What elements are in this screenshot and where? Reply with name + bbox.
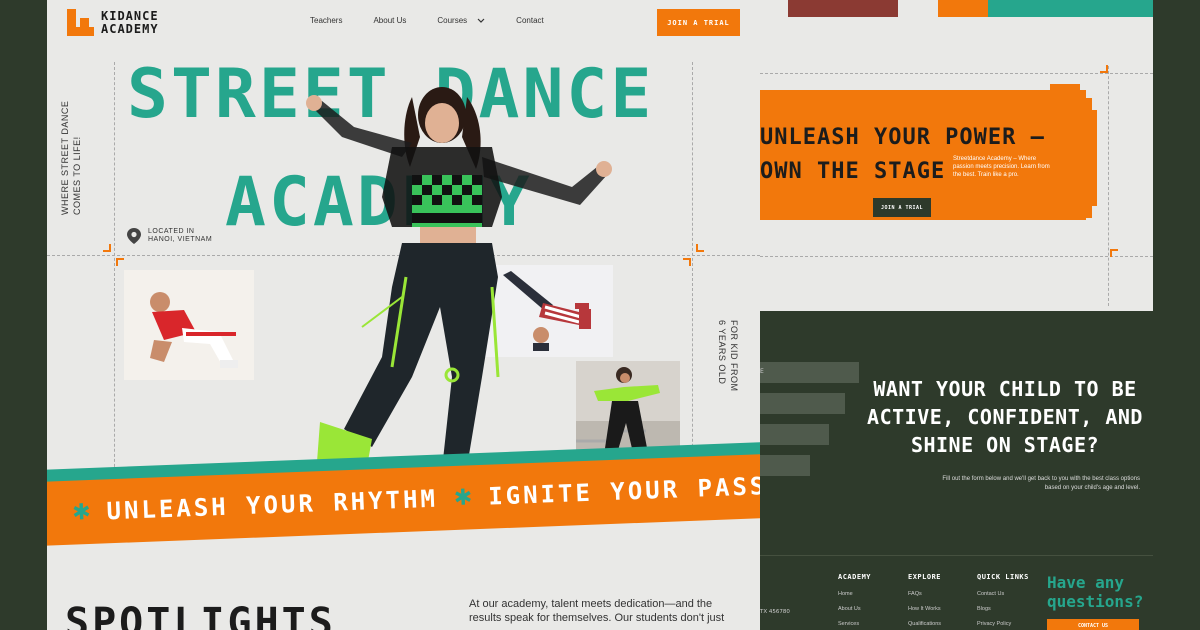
location-info: LOCATED IN HANOI, VIETNAM — [126, 227, 212, 245]
guide-line — [760, 73, 1153, 74]
corner-mark — [103, 244, 111, 252]
nav-link-contact[interactable]: Contact — [516, 16, 544, 25]
top-strip — [760, 0, 1153, 17]
corner-mark — [116, 258, 124, 266]
landing-page-main: KIDANCE ACADEMY Teachers About Us Course… — [47, 0, 760, 630]
guide-line — [692, 62, 693, 492]
landing-page-secondary: UNLEASH YOUR POWER – OWN THE STAGE Stree… — [760, 0, 1153, 630]
footer-col-quick: QUICK LINKS Contact Us Blogs Privacy Pol… — [977, 573, 1029, 627]
footer-link[interactable]: FAQs — [908, 591, 941, 597]
footer-link[interactable]: Home — [838, 591, 871, 597]
join-trial-button[interactable]: JOIN A TRIAL — [657, 9, 740, 36]
enquiry-description: Fill out the form below and we'll get ba… — [942, 476, 1140, 491]
corner-mark — [1100, 65, 1108, 73]
marquee-phrase-2: IGNITE YOUR PASSION — [487, 469, 760, 511]
footer-col-explore: EXPLORE FAQs How It Works Qualifications — [908, 573, 942, 627]
logo-text: KIDANCE ACADEMY — [101, 9, 159, 36]
marquee-phrase-1: UNLEASH YOUR RHYTHM — [106, 484, 439, 526]
cta-description: Streetdance Academy – Where passion meet… — [953, 156, 1050, 178]
main-dancer-photo — [262, 77, 642, 487]
enquiry-section: E WANT YOUR CHILD TO BE ACTIVE, CONFIDEN… — [760, 311, 1153, 630]
nav-link-teachers[interactable]: Teachers — [310, 16, 342, 25]
hero-tagline: WHERE STREET DANCE COMES TO LIFE! — [60, 100, 82, 215]
footer-link[interactable]: Contact Us — [977, 591, 1029, 597]
footer-link[interactable]: Services — [838, 621, 871, 627]
footer-link[interactable]: Qualifications — [908, 621, 941, 627]
guide-line — [114, 62, 115, 492]
logo[interactable]: KIDANCE ACADEMY — [67, 9, 159, 37]
nav-link-courses[interactable]: Courses — [437, 16, 485, 25]
footer-address: TX 456780 — [760, 609, 790, 615]
nav-links: Teachers About Us Courses Contact — [310, 16, 544, 25]
footer-col-academy: ACADEMY Home About Us Services — [838, 573, 872, 627]
form-field-age[interactable] — [760, 455, 810, 476]
spotlights-heading: SPOTLIGHTS — [65, 600, 336, 630]
footer-link[interactable]: Blogs — [977, 606, 1029, 612]
nav-link-about[interactable]: About Us — [373, 16, 406, 25]
asterisk-icon: ✱ — [453, 484, 473, 511]
chevron-down-icon — [477, 18, 485, 23]
spotlights-text: At our academy, talent meets dedication—… — [469, 598, 725, 624]
guide-line — [1108, 66, 1109, 306]
enquiry-heading: WANT YOUR CHILD TO BE ACTIVE, CONFIDENT,… — [867, 377, 1143, 457]
form-field-email[interactable] — [760, 393, 845, 414]
corner-mark — [696, 244, 704, 252]
footer-question: Have any questions? — [1047, 573, 1144, 611]
asterisk-icon: ✱ — [71, 499, 92, 526]
cta-join-trial-button[interactable]: JOIN A TRIAL — [873, 198, 931, 217]
contact-us-button[interactable]: CONTACT US — [1047, 619, 1139, 630]
dancer-photo-1 — [124, 270, 254, 380]
age-info: FOR KID FROM 6 YEARS OLD — [717, 320, 739, 392]
corner-mark — [683, 258, 691, 266]
guide-line — [760, 256, 1153, 257]
corner-mark — [1110, 249, 1118, 257]
footer-divider — [760, 555, 1153, 556]
logo-icon — [67, 9, 95, 37]
top-nav: KIDANCE ACADEMY Teachers About Us Course… — [47, 0, 760, 46]
map-pin-icon — [127, 228, 141, 244]
footer-link[interactable]: About Us — [838, 606, 871, 612]
footer-link[interactable]: How It Works — [908, 606, 941, 612]
form-field-name[interactable]: E — [760, 362, 859, 383]
footer-link[interactable]: Privacy Policy — [977, 621, 1029, 627]
form-field-phone[interactable] — [760, 424, 829, 445]
